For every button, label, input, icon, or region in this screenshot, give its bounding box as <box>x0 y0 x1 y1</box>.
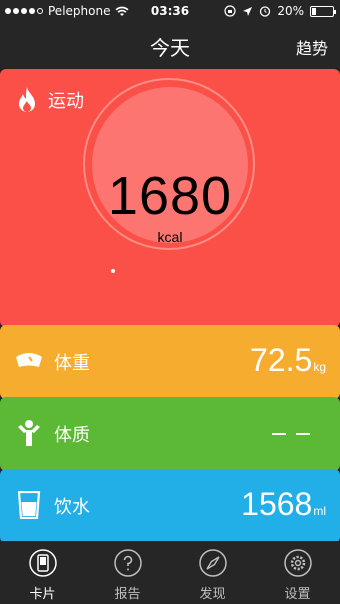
ring-progress-marker <box>111 269 115 273</box>
body-icon <box>18 420 40 446</box>
water-value: 1568 <box>241 486 313 522</box>
exercise-header: 运动 <box>16 86 84 114</box>
compass-icon <box>198 549 227 577</box>
weight-label: 体重 <box>54 353 90 374</box>
nav-bar: 今天 趋势 <box>0 22 340 68</box>
weight-value-wrap: 72.5kg <box>250 342 326 379</box>
body-composition-card[interactable]: 体质 <box>0 397 340 471</box>
body-composition-value <box>272 433 310 435</box>
tab-card[interactable]: 卡片 <box>0 541 85 604</box>
tab-settings-label: 设置 <box>284 587 311 602</box>
weight-value: 72.5 <box>250 342 313 378</box>
status-right: 20% <box>224 4 336 18</box>
weight-unit: kg <box>313 360 326 374</box>
tab-discover-label: 发现 <box>199 587 226 602</box>
water-card[interactable]: 饮水 1568ml <box>0 469 340 543</box>
location-arrow-icon <box>243 6 253 16</box>
water-label: 饮水 <box>54 497 90 518</box>
alarm-icon <box>260 6 271 17</box>
water-value-wrap: 1568ml <box>241 486 326 523</box>
question-icon <box>113 549 142 577</box>
tab-card-label: 卡片 <box>29 587 56 602</box>
scale-icon <box>16 353 42 367</box>
calories-unit: kcal <box>157 229 183 245</box>
page-title: 今天 <box>150 36 190 60</box>
battery-icon <box>310 5 336 17</box>
card-icon <box>28 549 57 577</box>
trend-button[interactable]: 趋势 <box>296 35 328 59</box>
flame-icon <box>19 87 35 112</box>
cup-icon <box>17 491 41 519</box>
tab-discover[interactable]: 发现 <box>170 541 255 604</box>
calories-value: 1680 <box>107 166 233 226</box>
body-composition-label: 体质 <box>54 425 90 446</box>
gear-icon <box>283 549 312 577</box>
tab-bar: 卡片 报告 发现 设置 <box>0 541 340 604</box>
tab-report-label: 报告 <box>114 587 141 602</box>
status-bar: Pelephone 03:36 20% <box>0 0 340 22</box>
rotation-lock-icon <box>224 5 236 17</box>
water-unit: ml <box>313 504 326 518</box>
tab-settings[interactable]: 设置 <box>255 541 340 604</box>
exercise-label: 运动 <box>48 91 84 112</box>
battery-percent: 20% <box>277 4 304 18</box>
tab-report[interactable]: 报告 <box>85 541 170 604</box>
weight-card[interactable]: 体重 72.5kg <box>0 325 340 399</box>
